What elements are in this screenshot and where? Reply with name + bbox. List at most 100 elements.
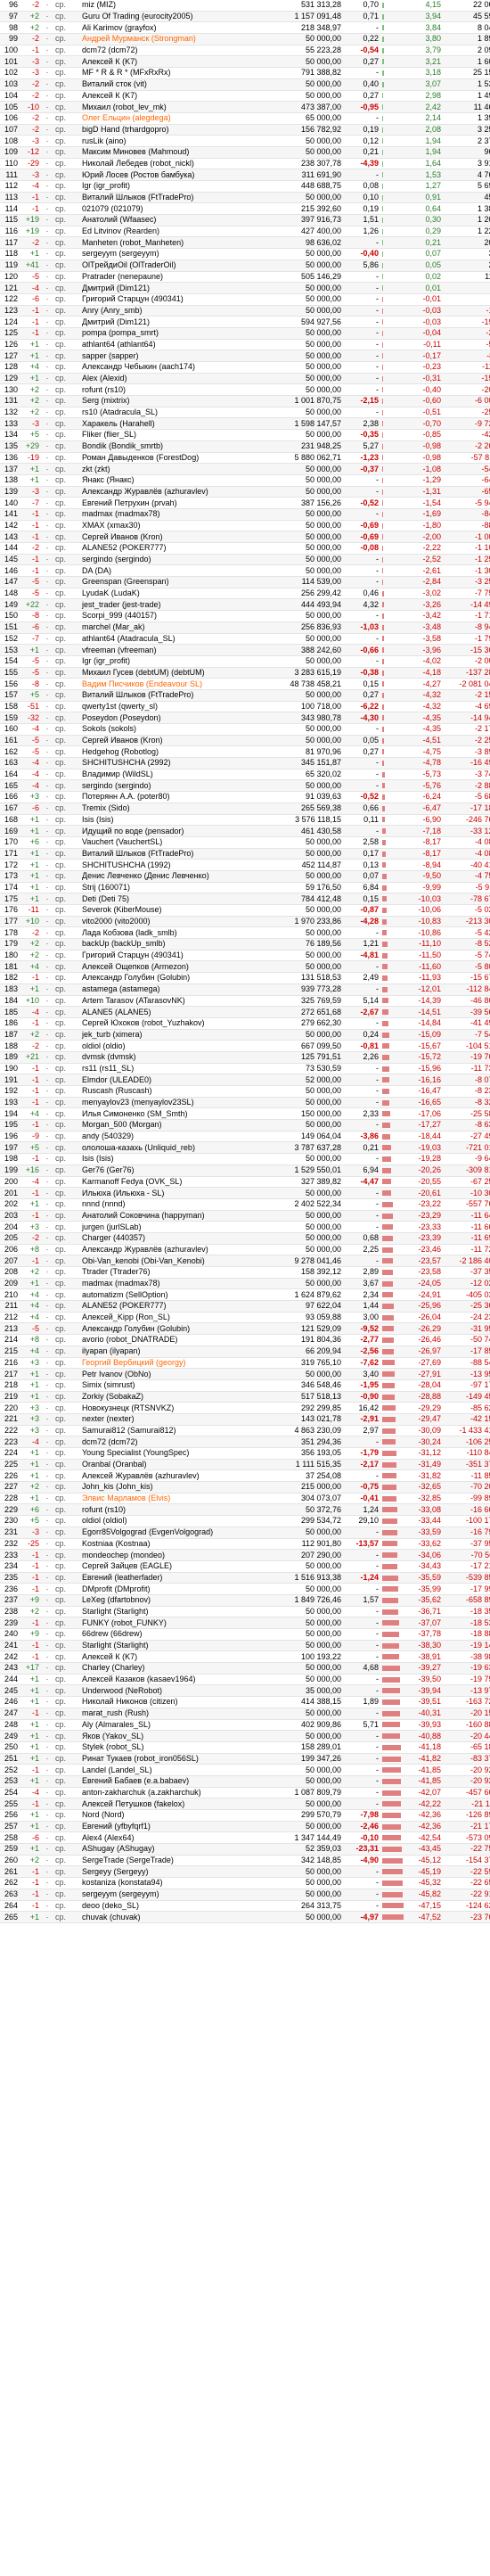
participant-name-link[interactable]: Алексей К (K7) <box>80 55 266 69</box>
table-row[interactable]: 102 -3 · ср. MF * R & R * (MFxRxRx) 791 388,8… <box>0 67 490 79</box>
participant-name-link[interactable]: Pratrader (nenepaune) <box>80 271 266 284</box>
participant-name-link[interactable]: LyudaK (LudaK) <box>80 588 266 600</box>
participant-name-link[interactable]: marchel (Mar_ak) <box>80 621 266 634</box>
participant-name-link[interactable]: Сергей Юхоков (robot_Yuzhakov) <box>80 1017 266 1030</box>
participant-name-link[interactable]: DA (DA) <box>80 564 266 578</box>
table-row[interactable]: 236 -1 · ср. DMprofit (DMprofit) 50 000,00- -3… <box>0 1583 490 1595</box>
participant-name-link[interactable]: Потерянн А.А. (poter80) <box>80 791 266 803</box>
participant-name-link[interactable]: Александр Голубин (Golubin) <box>80 1322 266 1336</box>
table-row[interactable]: 103 -2 · ср. Виталий сток (vit) 50 000,00 0,40… <box>0 78 490 91</box>
table-row[interactable]: 154 -5 · ср. Igr (igr_profit) 50 000,00- -4,02… <box>0 655 490 668</box>
table-row[interactable]: 259 +1 · ср. AShugay (AShugay) 52 359,03 -23,3… <box>0 1843 490 1856</box>
participant-name-link[interactable]: Charger (440357) <box>80 1232 266 1245</box>
participant-name-link[interactable]: rs11 (rs11_SL) <box>80 1063 266 1075</box>
table-row[interactable]: 175 +1 · ср. Deti (Deti 75) 784 412,48 0,15 -10… <box>0 893 490 905</box>
table-row[interactable]: 186 -1 · ср. Сергей Юхоков (robot_Yuzhakov) 2… <box>0 1017 490 1030</box>
participant-name-link[interactable]: Alex4 (Alex64) <box>80 1831 266 1845</box>
table-row[interactable]: 255 -1 · ср. Алексей Петушков (fakelox) 50 00… <box>0 1798 490 1810</box>
table-row[interactable]: 213 -5 · ср. Александр Голубин (Golubin) 121 … <box>0 1322 490 1336</box>
participant-name-link[interactable]: Bondik (Bondik_smrtb) <box>80 440 266 453</box>
table-row[interactable]: 252 -1 · ср. Landel (Landel_SL) 50 000,00- -41… <box>0 1764 490 1776</box>
table-row[interactable]: 193 -1 · ср. menyaylov23 (menyaylov23SL) 50 0… <box>0 1097 490 1109</box>
participant-name-link[interactable]: XMAX (xmax30) <box>80 520 266 532</box>
table-row[interactable]: 178 -2 · ср. Лада Кобзова (ladk_smlb) 50 000,… <box>0 926 490 940</box>
table-row[interactable]: 197 +5 · ср. ололоша-казахь (Unliquid_reb) 3 … <box>0 1141 490 1155</box>
table-row[interactable]: 206 +8 · ср. Александр Журавлёв (azhuravlev)… <box>0 1244 490 1256</box>
table-row[interactable]: 185 -4 · ср. ALANE5 (ALANE5) 272 651,68 -2,67-… <box>0 1006 490 1018</box>
participant-name-link[interactable]: Deti (Deti 75) <box>80 893 266 905</box>
table-row[interactable]: 118 +1 · ср. sergeyym (sergeyym) 50 000,00 -0,… <box>0 248 490 260</box>
participant-name-link[interactable]: Tremix (Sido) <box>80 802 266 815</box>
participant-name-link[interactable]: Григорий Старцун (490341) <box>80 293 266 306</box>
table-row[interactable]: 120 -5 · ср. Pratrader (nenepaune) 505 146,29… <box>0 271 490 284</box>
participant-name-link[interactable]: Sokols (sokols) <box>80 723 266 736</box>
participant-name-link[interactable]: Николай Никонов (citizen) <box>80 1696 266 1708</box>
table-row[interactable]: 135 +29 · ср. Bondik (Bondik_smrtb) 231 948,2… <box>0 440 490 453</box>
table-row[interactable]: 229 +6 · ср. rofunt (rs10) 50 372,76 1,24 -33,0… <box>0 1503 490 1517</box>
participant-name-link[interactable]: Ruscash (Ruscash) <box>80 1085 266 1098</box>
participant-name-link[interactable]: Сергей Иванов (Kron) <box>80 735 266 747</box>
table-row[interactable]: 148 -5 · ср. LyudaK (LudaK) 256 299,42 0,46 -3,… <box>0 588 490 600</box>
table-row[interactable]: 152 -7 · ср. athlant64 (Atadracula_SL) 50 000… <box>0 633 490 646</box>
table-row[interactable]: 223 -4 · ср. dcm72 (dcm72) 351 294,36- -30,24-… <box>0 1436 490 1448</box>
table-row[interactable]: 247 -1 · ср. marat_rush (Rush) 50 000,00- -40,… <box>0 1708 490 1720</box>
participant-name-link[interactable]: Petr Ivanov (ObNo) <box>80 1368 266 1380</box>
participant-name-link[interactable]: Харакель (Harahell) <box>80 417 266 431</box>
participant-name-link[interactable]: Евгений (leatherfader) <box>80 1572 266 1584</box>
table-row[interactable]: 234 -1 · ср. Сергей Зайцев (EAGLE) 50 000,00-… <box>0 1560 490 1573</box>
participant-name-link[interactable]: OlTpeйдиOil (OlTraderOil) <box>80 259 266 272</box>
table-row[interactable]: 183 +1 · ср. astamega (astamega) 939 773,28- -… <box>0 983 490 996</box>
participant-name-link[interactable]: LeXeg (dfartobnov) <box>80 1594 266 1607</box>
participant-name-link[interactable]: Яков (Yakov_SL) <box>80 1730 266 1742</box>
table-row[interactable]: 265 +1 · ср. chuvak (chuvak) 50 000,00 -4,97 -4… <box>0 1911 490 1923</box>
table-row[interactable]: 130+2·ср.rofunt (rs10)50 000,00--0,40-20… <box>0 383 490 397</box>
table-row[interactable]: 253 +1 · ср. Евгений Бабаев (e.a.babaev) 50 0… <box>0 1775 490 1788</box>
table-row[interactable]: 233 -1 · ср. mondeochep (mondeo) 207 290,00- -… <box>0 1549 490 1561</box>
table-row[interactable]: 220 +3 · ср. Новокузнецк (RTSNVKZ) 292 299,85… <box>0 1402 490 1414</box>
participant-name-link[interactable]: Artem Tarasov (ATarasovNK) <box>80 995 266 1008</box>
table-row[interactable]: 258 -6 · ср. Alex4 (Alex64) 1 347 144,49 -0,10… <box>0 1831 490 1845</box>
table-row[interactable]: 117 -2 · ср. Manheten (robot_Manheten) 98 636… <box>0 236 490 250</box>
table-row[interactable]: 111 -3 · ср. Юрий Лосев (Ростов бамбука) 311 … <box>0 169 490 181</box>
table-row[interactable]: 225 +1 · ср. Oranbal (Oranbal) 1 111 515,35 -2… <box>0 1459 490 1471</box>
table-row[interactable]: 262 -1 · ср. kostaniza (konstata94) 50 000,00… <box>0 1877 490 1889</box>
table-row[interactable]: 216 +3 · ср. Георгий Вербицкий (georgy) 319 7… <box>0 1357 490 1370</box>
participant-name-link[interactable]: MF * R & R * (MFxRxRx) <box>80 67 266 79</box>
participant-name-link[interactable]: Igr (igr_profit) <box>80 180 266 193</box>
table-row[interactable]: 122 -6 · ср. Григорий Старцун (490341) 50 000… <box>0 293 490 306</box>
participant-name-link[interactable]: vfreeman (vfreeman) <box>80 644 266 656</box>
participant-name-link[interactable]: vito2000 (vito2000) <box>80 916 266 928</box>
participant-name-link[interactable]: Элвис Марламов (Elvis) <box>80 1493 266 1505</box>
table-row[interactable]: 188 -2 · ср. oldiol (oldio) 667 099,50 -0,81 -1… <box>0 1040 490 1052</box>
participant-name-link[interactable]: Guru Of Trading (eurocity2005) <box>80 11 266 23</box>
participant-name-link[interactable]: Алексей_Kipp (Ron_SL) <box>80 1312 266 1324</box>
participant-name-link[interactable]: Vauchert (VauchertSL) <box>80 836 266 849</box>
table-row[interactable]: 261 -1 · ср. Sergeyy (Sergeyy) 50 000,00- -45,… <box>0 1865 490 1879</box>
table-row[interactable]: 189 +21 · ср. dvmsk (dvmsk) 125 791,51 2,26 -15… <box>0 1051 490 1064</box>
table-row[interactable]: 256 +1 · ср. Nord (Nord) 299 570,79 -7,98 -42,3… <box>0 1809 490 1822</box>
table-row[interactable]: 203 -1 · ср. Анатолий Соковчина (happyman) 50… <box>0 1210 490 1222</box>
table-row[interactable]: 138+1·ср.Янакс (Янакс)50 000,00--1,29-64… <box>0 474 490 487</box>
table-row[interactable]: 172 +1 · ср. SHCHITUSHCHA (1992) 452 114,87 0,… <box>0 859 490 871</box>
participant-name-link[interactable]: nexter (nexter) <box>80 1413 266 1426</box>
participant-name-link[interactable]: rs10 (Atadracula_SL) <box>80 407 266 419</box>
participant-name-link[interactable]: Евгений (yfbyfqrf1) <box>80 1821 266 1833</box>
table-row[interactable]: 166 +3 · ср. Потерянн А.А. (poter80) 91 039,6… <box>0 791 490 803</box>
participant-name-link[interactable]: Идущий по воде (pensador) <box>80 825 266 837</box>
table-row[interactable]: 230 +5 · ср. oldiol (oldiol) 299 534,72 29,10-… <box>0 1515 490 1527</box>
participant-name-link[interactable]: Новокузнецк (RTSNVKZ) <box>80 1402 266 1414</box>
participant-name-link[interactable]: Анатолий Соковчина (happyman) <box>80 1210 266 1222</box>
participant-name-link[interactable]: madmax (madmax78) <box>80 508 266 521</box>
participant-name-link[interactable]: rofunt (rs10) <box>80 383 266 397</box>
participant-name-link[interactable]: Роман Давыденков (ForestDog) <box>80 452 266 465</box>
table-row[interactable]: 104 -2 · ср. Алексей К (K7) 50 000,00 0,27 2,98… <box>0 90 490 103</box>
participant-name-link[interactable]: Владимир (WildSL) <box>80 769 266 781</box>
table-row[interactable]: 115 +19 · ср. Анатолий (Wfaasec) 397 916,73 1,… <box>0 214 490 226</box>
participant-name-link[interactable]: Manheten (robot_Manheten) <box>80 236 266 250</box>
participant-name-link[interactable]: Денис Левченко (Денис Левченко) <box>80 870 266 883</box>
table-row[interactable]: 128 +4 · ср. Александр Чебыкин (aach174) 50 0… <box>0 361 490 374</box>
participant-name-link[interactable]: Дмитрий (Dim121) <box>80 282 266 294</box>
table-row[interactable]: 150 -8 · ср. Scorpi_999 (440157) 50 000,00- -3… <box>0 610 490 622</box>
participant-name-link[interactable]: Анатолий (Wfaasec) <box>80 214 266 226</box>
table-row[interactable]: 169 +1 · ср. Идущий по воде (pensador) 461 43… <box>0 825 490 837</box>
